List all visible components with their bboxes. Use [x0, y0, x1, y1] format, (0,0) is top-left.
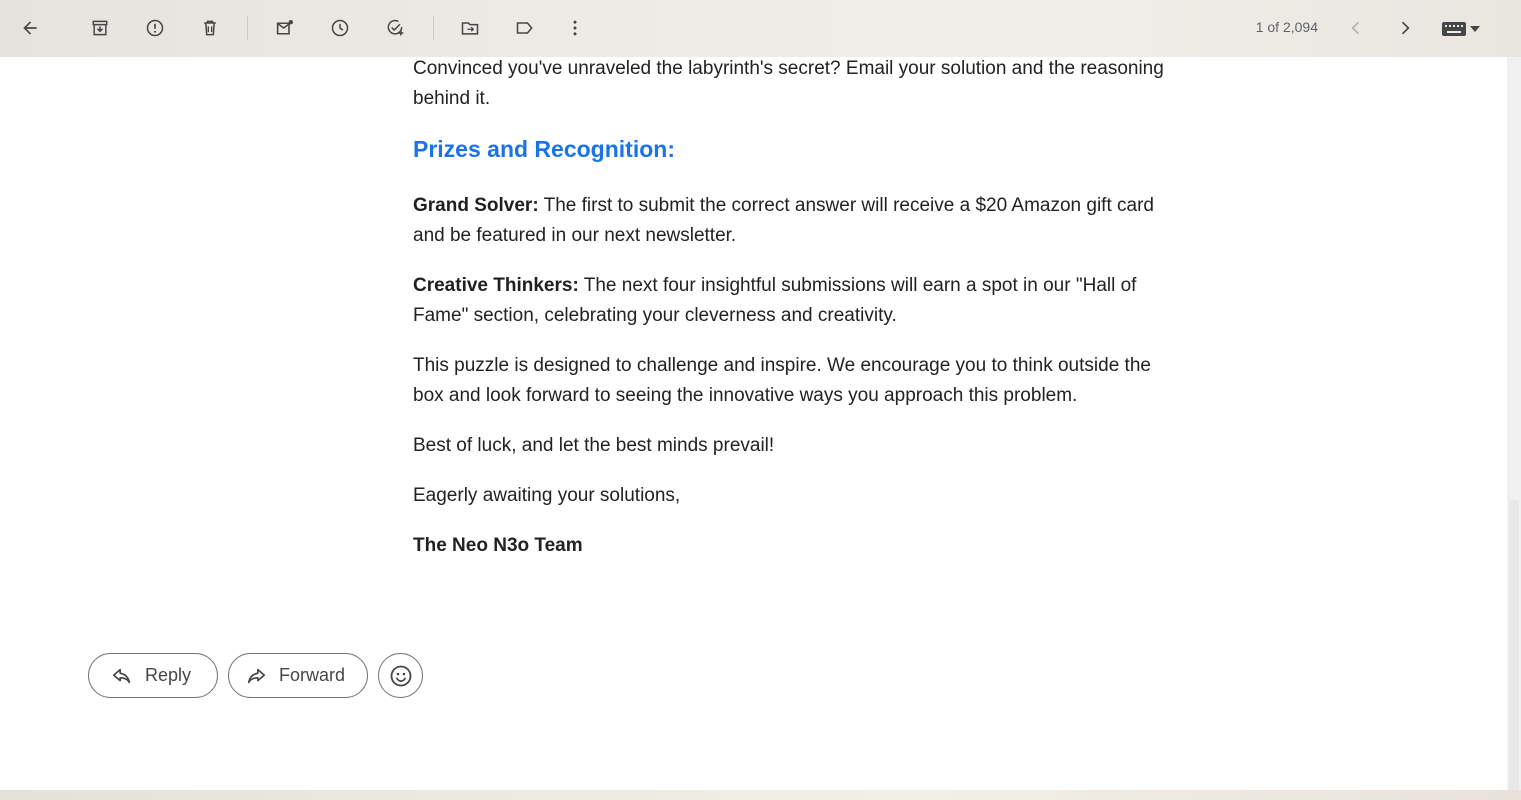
toolbar-divider: [247, 16, 248, 40]
archive-button[interactable]: [80, 8, 120, 48]
older-button[interactable]: [1385, 8, 1425, 48]
keyboard-icon: [1442, 22, 1466, 36]
creative-thinkers-label: Creative Thinkers:: [413, 275, 579, 296]
delete-icon: [204, 20, 216, 36]
email-body-pane: [0, 57, 1507, 790]
snooze-button[interactable]: [320, 8, 360, 48]
move-to-icon: [461, 22, 479, 35]
emoji-reaction-button[interactable]: [378, 653, 423, 698]
more-options-button[interactable]: [555, 8, 595, 48]
reply-label: Reply: [145, 665, 192, 685]
scrollbar-thumb[interactable]: [1509, 500, 1519, 790]
forward-icon: [247, 668, 266, 683]
snooze-icon: [331, 19, 349, 37]
report-spam-button[interactable]: [135, 8, 175, 48]
signature: The Neo N3o Team: [413, 535, 583, 556]
grand-solver-paragraph: Grand Solver: The first to submit the co…: [413, 191, 1173, 251]
back-button[interactable]: [10, 8, 50, 48]
newer-button[interactable]: [1336, 8, 1376, 48]
move-to-button[interactable]: [450, 8, 490, 48]
add-to-tasks-icon: [387, 19, 404, 36]
closing-line: Eagerly awaiting your solutions,: [413, 485, 681, 506]
chevron-right-icon: [1401, 21, 1410, 35]
label-button[interactable]: [505, 8, 545, 48]
mark-unread-icon: [276, 20, 293, 35]
back-arrow-icon: [23, 21, 37, 35]
label-icon: [516, 22, 533, 34]
prizes-heading: Prizes and Recognition:: [413, 136, 675, 162]
intro-paragraph: Convinced you've unraveled the labyrinth…: [413, 58, 1164, 109]
chevron-left-icon: [1351, 21, 1360, 35]
more-vert-icon: [573, 20, 577, 36]
report-spam-icon: [146, 19, 164, 37]
delete-button[interactable]: [190, 8, 230, 48]
mark-unread-button[interactable]: [265, 8, 305, 48]
good-luck-line: Best of luck, and let the best minds pre…: [413, 435, 775, 456]
toolbar-divider: [433, 16, 434, 40]
challenge-paragraph: This puzzle is designed to challenge and…: [413, 355, 1151, 406]
reply-button[interactable]: Reply: [88, 653, 218, 698]
input-tools-button[interactable]: [1436, 16, 1486, 42]
pagination-count: 1 of 2,094: [1255, 19, 1318, 35]
caret-down-icon: [1470, 26, 1480, 32]
archive-icon: [92, 20, 108, 36]
reply-icon: [112, 668, 131, 683]
grand-solver-label: Grand Solver:: [413, 195, 539, 216]
add-to-tasks-button[interactable]: [375, 8, 415, 48]
forward-label: Forward: [279, 665, 346, 685]
forward-button[interactable]: Forward: [228, 653, 368, 698]
creative-thinkers-paragraph: Creative Thinkers: The next four insight…: [413, 271, 1173, 331]
smiley-icon: [390, 665, 411, 686]
email-toolbar: 1 of 2,094: [0, 0, 1521, 57]
